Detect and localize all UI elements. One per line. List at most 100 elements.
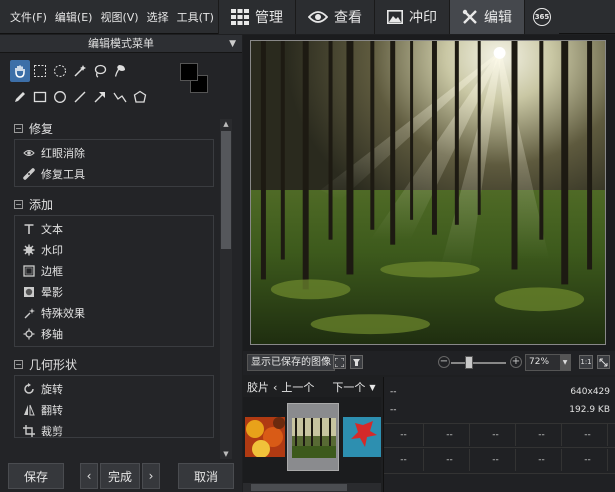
- sparkle-icon: [24, 307, 35, 318]
- item-label: 晕影: [41, 285, 63, 299]
- brush-select-icon: [115, 65, 125, 77]
- ellipse-tool[interactable]: [50, 86, 70, 108]
- item-border[interactable]: 边框: [15, 260, 213, 281]
- hand-tool[interactable]: [10, 60, 30, 82]
- edit-panel: 编辑模式菜单 ▼ − 修复 红眼消除 修复工具 − 添加 文本 水印 边框 晕影…: [0, 35, 242, 492]
- next-link[interactable]: 下一个: [332, 379, 365, 395]
- item-rotate[interactable]: 旋转: [15, 378, 213, 399]
- thumbnail-autumn[interactable]: [245, 417, 285, 457]
- item-special-effects[interactable]: 特殊效果: [15, 302, 213, 323]
- eye-icon: [23, 149, 35, 156]
- tab-edit[interactable]: 编辑: [449, 0, 524, 34]
- mode-tabs: 管理 查看 冲印 编辑 365: [218, 0, 559, 34]
- section-header-repair[interactable]: − 修复: [14, 119, 214, 137]
- previous-link[interactable]: 上一个: [281, 379, 314, 395]
- zoom-slider-handle[interactable]: [465, 356, 473, 369]
- item-vignette[interactable]: 晕影: [15, 281, 213, 302]
- cancel-button[interactable]: 取消: [178, 463, 234, 489]
- zoom-slider-track[interactable]: [451, 362, 506, 364]
- caret-down-icon: ▼: [229, 39, 236, 49]
- rotate-icon: [24, 382, 34, 394]
- menu-select[interactable]: 选择: [143, 9, 173, 25]
- tilt-shift-icon: [23, 328, 35, 339]
- line-tool[interactable]: [70, 86, 90, 108]
- item-label: 红眼消除: [41, 146, 85, 160]
- item-text[interactable]: 文本: [15, 218, 213, 239]
- menu-view[interactable]: 视图(V): [96, 9, 142, 25]
- arrow-tool[interactable]: [90, 86, 110, 108]
- ellipse-select-tool[interactable]: [50, 60, 70, 82]
- tab-edit-label: 编辑: [484, 10, 512, 26]
- magic-wand-tool[interactable]: [70, 60, 90, 82]
- item-tilt-shift[interactable]: 移轴: [15, 323, 213, 344]
- tab-develop[interactable]: 冲印: [374, 0, 449, 34]
- text-icon: [24, 223, 34, 234]
- fullscreen-icon[interactable]: [350, 355, 363, 369]
- section-header-add[interactable]: − 添加: [14, 195, 214, 213]
- panel-title[interactable]: 编辑模式菜单 ▼: [0, 35, 242, 53]
- resize-icon[interactable]: [597, 355, 610, 369]
- gear-icon: [23, 244, 35, 255]
- scroll-up-icon[interactable]: ▲: [220, 119, 232, 129]
- rect-select-tool[interactable]: [30, 60, 50, 82]
- forest-photo[interactable]: [250, 40, 606, 345]
- tab-view[interactable]: 查看: [295, 0, 374, 34]
- image-info-panel: -- 640x429 -- 192.9 KB -- -- -- -- -- --…: [383, 377, 615, 492]
- scroll-thumb[interactable]: [221, 131, 231, 249]
- show-saved-image-button[interactable]: 显示已保存的图像: [247, 354, 335, 371]
- item-flip[interactable]: 翻转: [15, 399, 213, 420]
- prev-button[interactable]: ‹: [80, 463, 98, 489]
- grid-icon: [231, 9, 249, 25]
- menu-file[interactable]: 文件(F): [6, 9, 51, 25]
- chevron-left-icon[interactable]: ‹: [273, 381, 277, 394]
- section-title: 修复: [29, 121, 54, 136]
- thumbnail-flower[interactable]: [343, 417, 381, 457]
- pen-icon: [15, 92, 25, 102]
- zoom-out-button[interactable]: −: [438, 356, 450, 368]
- thumbnail-forest-selected[interactable]: [287, 403, 339, 471]
- eye-icon: [308, 11, 328, 23]
- thumbnail-forest-image: [292, 418, 336, 458]
- item-red-eye[interactable]: 红眼消除: [15, 142, 213, 163]
- tab-manage[interactable]: 管理: [218, 0, 295, 34]
- film-strip-scroll-thumb[interactable]: [251, 484, 347, 491]
- zoom-level-select[interactable]: 72% ▼: [525, 354, 571, 371]
- item-watermark[interactable]: 水印: [15, 239, 213, 260]
- polyline-tool[interactable]: [110, 86, 130, 108]
- zoom-in-button[interactable]: +: [510, 356, 522, 368]
- tab-view-label: 查看: [334, 10, 362, 26]
- foreground-color-swatch[interactable]: [180, 63, 198, 81]
- bandage-icon: [23, 167, 35, 180]
- item-repair-tool[interactable]: 修复工具: [15, 163, 213, 184]
- tab-develop-label: 冲印: [409, 10, 437, 26]
- film-strip: [243, 397, 381, 492]
- done-button[interactable]: 完成: [100, 463, 140, 489]
- next-button[interactable]: ›: [142, 463, 160, 489]
- lasso-tool[interactable]: [90, 60, 110, 82]
- color-swatches[interactable]: [180, 63, 210, 95]
- actual-size-button[interactable]: 1:1: [579, 355, 593, 369]
- polygon-tool[interactable]: [130, 86, 150, 108]
- pen-tool[interactable]: [10, 86, 30, 108]
- rectangle-tool[interactable]: [30, 86, 50, 108]
- brush-select-tool[interactable]: [110, 60, 130, 82]
- rect-select-icon: [34, 65, 46, 77]
- panel-scrollbar[interactable]: ▲ ▼: [220, 119, 232, 459]
- vignette-icon: [24, 286, 34, 297]
- save-button[interactable]: 保存: [8, 463, 64, 489]
- tab-365[interactable]: 365: [524, 0, 559, 34]
- film-strip-scrollbar[interactable]: [243, 483, 381, 492]
- film-strip-label: 胶片: [247, 381, 269, 394]
- zoom-level-value: 72%: [529, 357, 550, 367]
- menu-edit[interactable]: 编辑(E): [51, 9, 97, 25]
- menu-tools[interactable]: 工具(T): [173, 9, 218, 25]
- file-size: 192.9 KB: [569, 405, 610, 415]
- item-crop[interactable]: 裁剪: [15, 420, 213, 437]
- fit-screen-icon[interactable]: [333, 355, 346, 369]
- scroll-down-icon[interactable]: ▼: [220, 449, 232, 459]
- panel-sections: − 修复 红眼消除 修复工具 − 添加 文本 水印 边框 晕影 特殊效果 移轴 …: [14, 119, 214, 446]
- caret-down-icon[interactable]: ▼: [369, 383, 375, 392]
- film-strip-header: 胶片 ‹ 上一个 下一个 ▼: [243, 377, 381, 397]
- section-header-geometry[interactable]: − 几何形状: [14, 355, 214, 373]
- menu-bar: 文件(F) 编辑(E) 视图(V) 选择 工具(T) I: [6, 9, 229, 25]
